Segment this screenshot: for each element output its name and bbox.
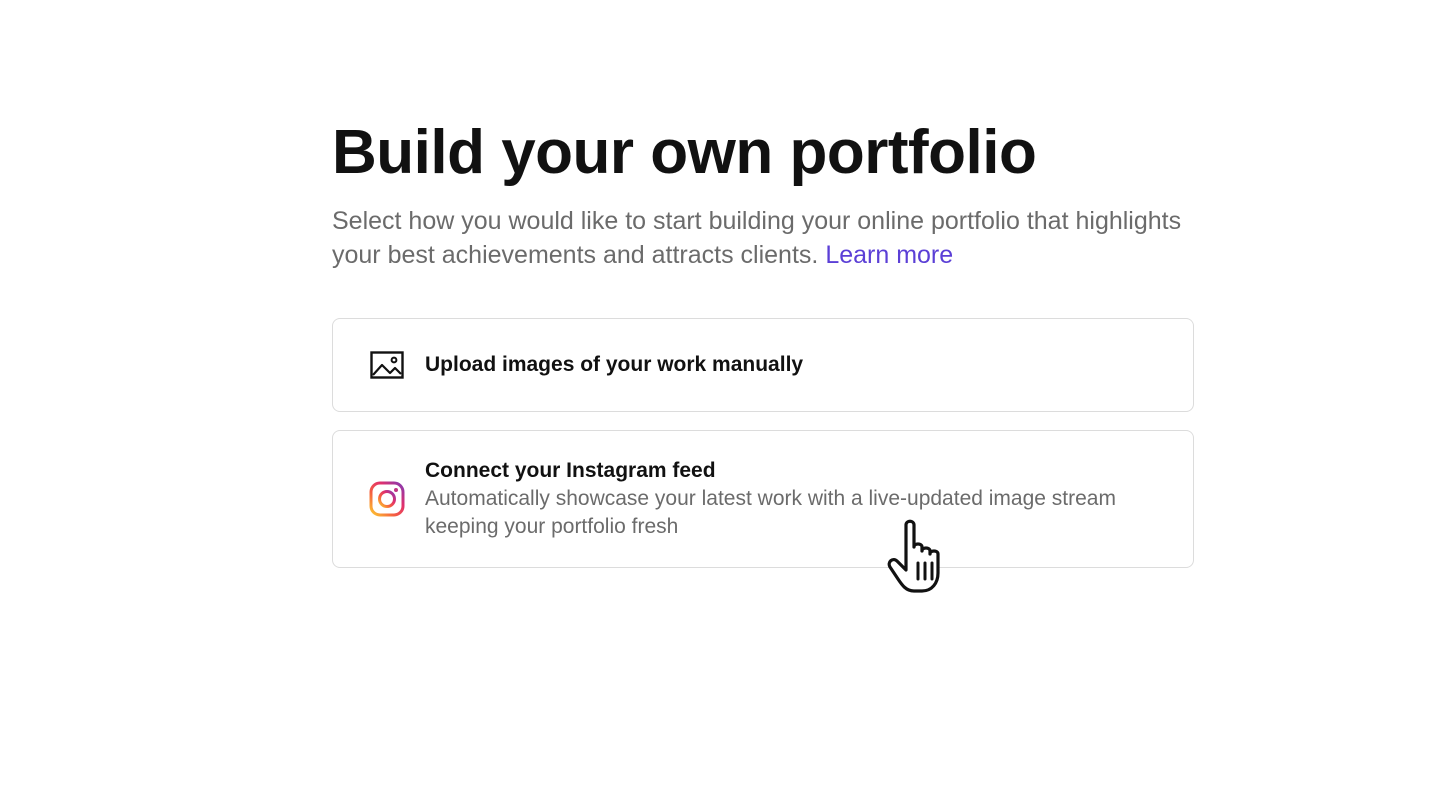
instagram-option-title: Connect your Instagram feed: [425, 459, 716, 482]
upload-option-title: Upload images of your work manually: [425, 353, 804, 376]
instagram-option-text: Connect your Instagram feed Automaticall…: [425, 457, 1193, 541]
upload-option-text: Upload images of your work manually: [425, 351, 1193, 379]
page-subtitle: Select how you would like to start build…: [332, 204, 1192, 272]
subtitle-text: Select how you would like to start build…: [332, 207, 1182, 269]
image-icon: [369, 347, 405, 383]
main-content: Build your own portfolio Select how you …: [332, 116, 1194, 568]
page: Build your own portfolio Select how you …: [0, 0, 1440, 800]
connect-instagram-option[interactable]: Connect your Instagram feed Automaticall…: [332, 430, 1194, 568]
instagram-icon: [369, 481, 405, 517]
hand-pointer-cursor-icon: [884, 517, 962, 597]
upload-images-option[interactable]: Upload images of your work manually: [332, 318, 1194, 412]
learn-more-link[interactable]: Learn more: [825, 241, 953, 269]
page-title: Build your own portfolio: [332, 118, 1037, 187]
instagram-option-description: Automatically showcase your latest work …: [425, 487, 1116, 538]
